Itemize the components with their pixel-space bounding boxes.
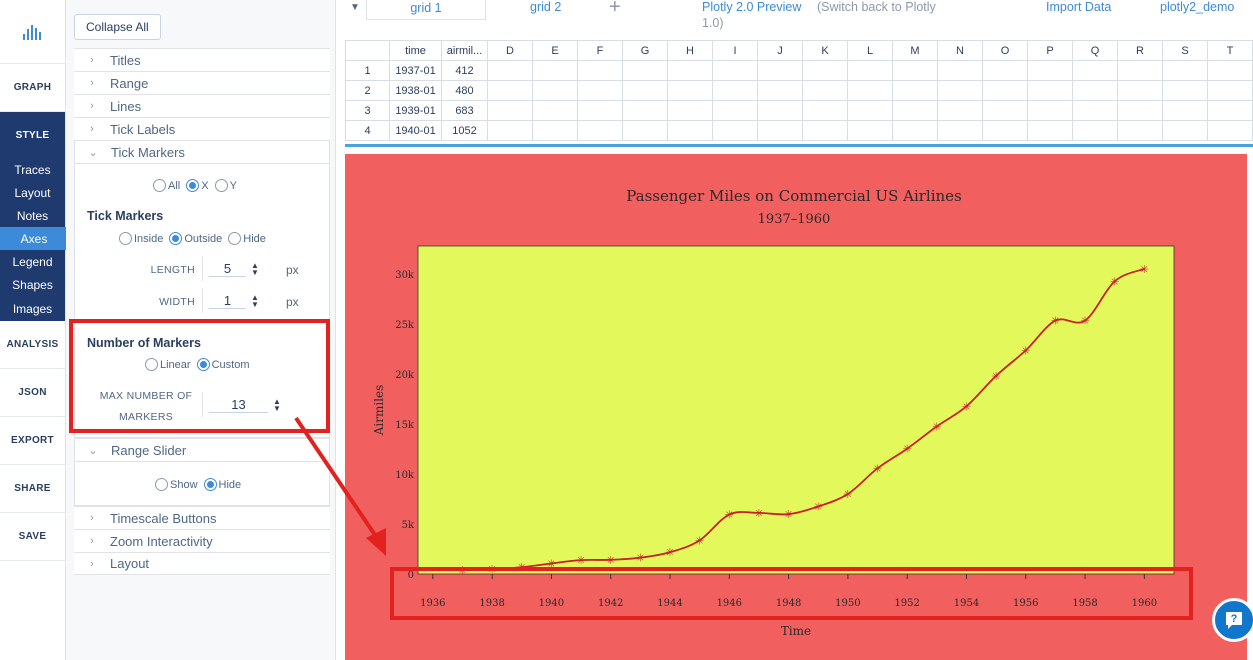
help-chat-icon[interactable]: ? <box>1212 598 1253 642</box>
annotation-arrow <box>294 416 386 556</box>
svg-text:?: ? <box>1231 613 1238 625</box>
